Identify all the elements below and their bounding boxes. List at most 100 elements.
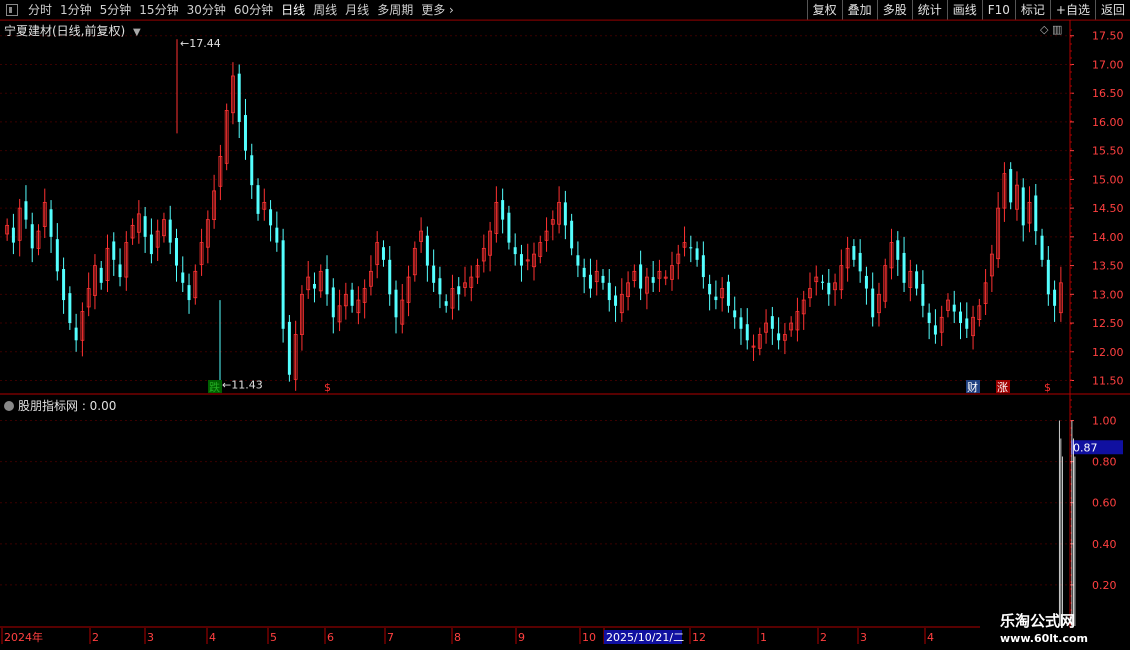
price-axis-label: 12.00 bbox=[1092, 346, 1124, 359]
high-price-label: ←17.44 bbox=[180, 37, 221, 50]
candle-body bbox=[174, 238, 178, 266]
date-label: 7 bbox=[387, 631, 394, 644]
event-tag-2: 财 bbox=[967, 380, 978, 394]
candle-body bbox=[576, 255, 580, 266]
candle-body bbox=[181, 272, 185, 283]
candle-body bbox=[896, 240, 900, 260]
date-label: 2 bbox=[820, 631, 827, 644]
date-label: 1 bbox=[760, 631, 767, 644]
candle-body bbox=[1034, 195, 1038, 232]
candle-body bbox=[965, 318, 969, 329]
candle-body bbox=[501, 200, 505, 220]
watermark: 乐淘公式网 www.60lt.com bbox=[1000, 610, 1088, 645]
candle-body bbox=[614, 295, 618, 306]
event-tag-3: 涨 bbox=[997, 381, 1008, 394]
candle-body bbox=[269, 209, 273, 226]
candle-body bbox=[168, 219, 172, 243]
candle-body bbox=[701, 255, 705, 278]
candle-body bbox=[952, 304, 956, 312]
candle-body bbox=[588, 274, 592, 289]
indicator-name: 股朋指标网 : 0.00 bbox=[18, 399, 117, 413]
candle-body bbox=[331, 287, 335, 318]
indicator-current-value: 0.87 bbox=[1073, 441, 1098, 454]
candle-body bbox=[733, 310, 737, 318]
candle-body bbox=[739, 317, 743, 329]
candle-body bbox=[1053, 289, 1057, 306]
candle-body bbox=[287, 321, 291, 375]
candle-body bbox=[11, 227, 15, 243]
candle-body bbox=[513, 247, 517, 255]
candle-body bbox=[570, 220, 574, 249]
candle-body bbox=[74, 327, 78, 341]
watermark-url: www.60lt.com bbox=[1000, 632, 1089, 645]
price-axis-label: 12.50 bbox=[1092, 317, 1124, 330]
candle-body bbox=[1040, 235, 1044, 260]
candle-body bbox=[858, 252, 862, 272]
date-label: 8 bbox=[454, 631, 461, 644]
candle-body bbox=[689, 247, 693, 249]
candle-body bbox=[432, 265, 436, 283]
chevron-down-icon[interactable]: ▼ bbox=[133, 27, 141, 38]
candle-body bbox=[821, 281, 825, 283]
candle-body bbox=[275, 227, 279, 243]
price-axis-label: 11.50 bbox=[1092, 375, 1124, 388]
candle-body bbox=[921, 283, 925, 306]
candle-body bbox=[1021, 187, 1025, 226]
candle-body bbox=[350, 289, 354, 306]
candle-body bbox=[639, 264, 643, 289]
candle-body bbox=[927, 312, 931, 324]
date-label: 4 bbox=[209, 631, 216, 644]
candle-body bbox=[394, 289, 398, 318]
grid-icon[interactable]: ▥ bbox=[1052, 23, 1062, 36]
price-axis-label: 13.50 bbox=[1092, 260, 1124, 273]
candle-body bbox=[237, 73, 241, 122]
date-label: 3 bbox=[147, 631, 154, 644]
candle-body bbox=[507, 212, 511, 243]
price-axis-label: 14.50 bbox=[1092, 202, 1124, 215]
candle-body bbox=[726, 281, 730, 306]
stock-title: 宁夏建材(日线,前复权) bbox=[4, 24, 126, 38]
candle-body bbox=[112, 241, 116, 260]
chart-corner-icons: ◇ ▥ bbox=[1040, 23, 1062, 36]
candle-body bbox=[651, 277, 655, 283]
indicator-axis-label: 0.80 bbox=[1092, 456, 1117, 469]
watermark-title: 乐淘公式网 bbox=[1000, 612, 1076, 630]
candle-body bbox=[933, 325, 937, 335]
candle-body bbox=[915, 271, 919, 289]
candle-body bbox=[425, 235, 429, 266]
date-label: 2 bbox=[92, 631, 99, 644]
candle-body bbox=[325, 269, 329, 295]
candle-body bbox=[777, 333, 781, 341]
candle-body bbox=[708, 283, 712, 295]
kline-chart[interactable]: 17.50 17.00 16.50 16.00 15.50 15.00 14.50 14.00… bbox=[0, 0, 1130, 650]
candle-body bbox=[243, 115, 247, 151]
candle-body bbox=[118, 264, 122, 278]
candle-body bbox=[770, 316, 774, 329]
candle-body bbox=[444, 301, 448, 306]
candle-body bbox=[827, 282, 831, 295]
indicator-axis-label: 0.40 bbox=[1092, 538, 1117, 551]
candle-body bbox=[62, 269, 66, 301]
price-axis-label: 17.00 bbox=[1092, 58, 1124, 71]
diamond-icon[interactable]: ◇ bbox=[1040, 23, 1048, 36]
candle-body bbox=[563, 202, 567, 226]
indicator-menu-icon[interactable] bbox=[4, 401, 14, 411]
candle-body bbox=[256, 185, 260, 214]
candle-body bbox=[388, 259, 392, 295]
price-axis-label: 17.50 bbox=[1092, 30, 1124, 43]
candle-body bbox=[24, 201, 28, 220]
candle-body bbox=[143, 216, 147, 237]
candle-body bbox=[695, 248, 699, 260]
candle-body bbox=[852, 246, 856, 260]
candle-body bbox=[438, 278, 442, 295]
candle-body bbox=[55, 239, 59, 272]
candle-body bbox=[601, 275, 605, 283]
indicator-title: 股朋指标网 : 0.00 bbox=[4, 397, 116, 414]
event-tag-0: 跌 bbox=[209, 380, 220, 394]
candle-body bbox=[99, 267, 103, 283]
date-label: 10 bbox=[582, 631, 596, 644]
candle-body bbox=[871, 288, 875, 318]
date-label: 2024年 bbox=[4, 630, 43, 644]
candle-body bbox=[902, 252, 906, 283]
candle-body bbox=[312, 283, 316, 289]
